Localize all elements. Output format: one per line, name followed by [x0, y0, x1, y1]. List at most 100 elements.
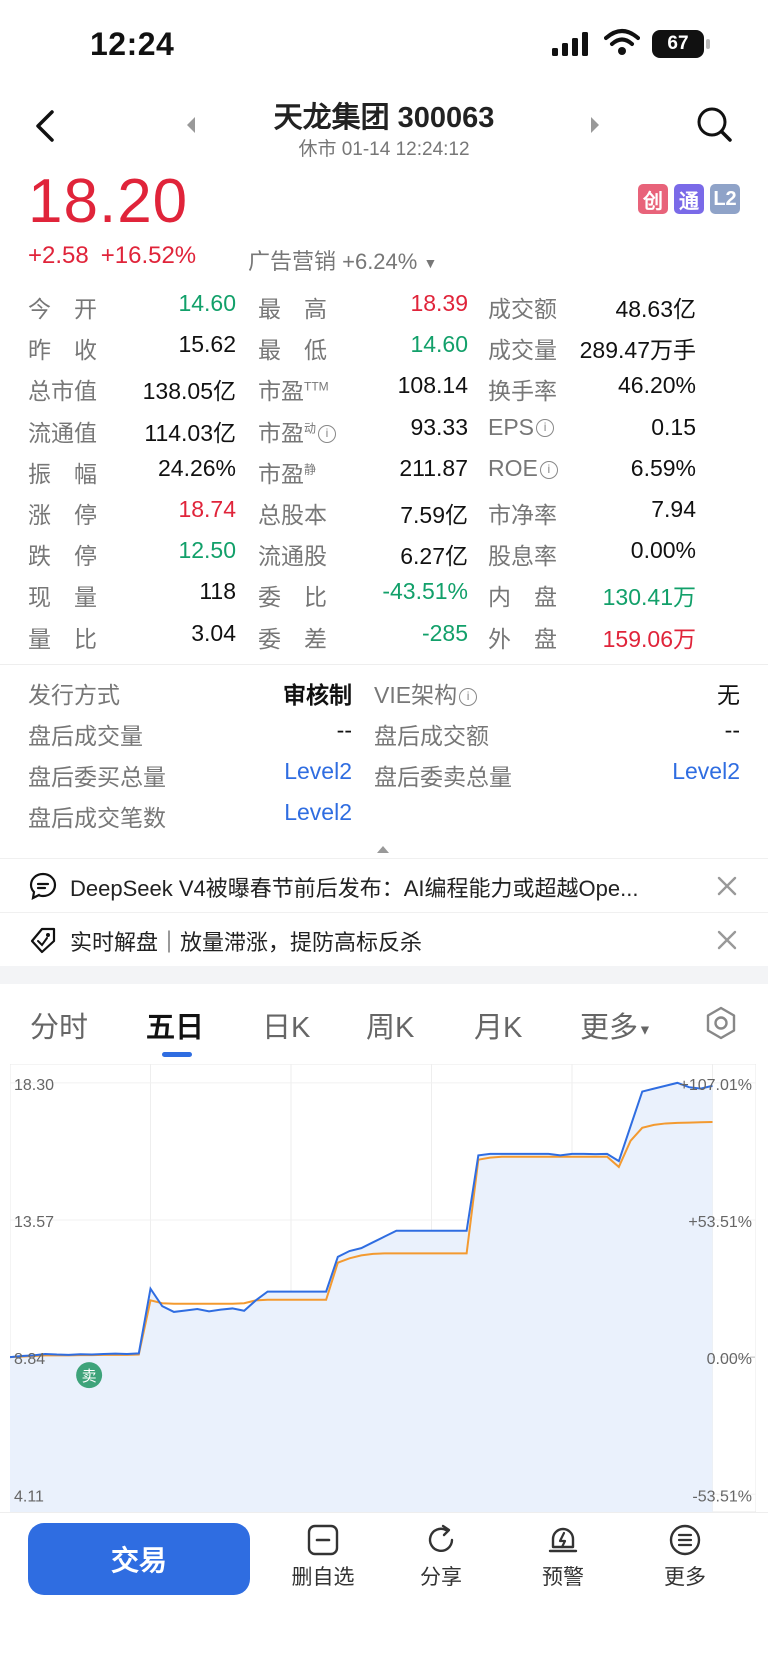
tab-weekly-k[interactable]: 周K — [366, 1004, 414, 1046]
level2-link[interactable]: Level2 — [672, 758, 740, 785]
search-icon[interactable] — [694, 104, 734, 144]
quote-label: 总市值 — [28, 372, 97, 406]
more-menu-icon — [669, 1524, 701, 1556]
quote-label: 总股本 — [258, 496, 327, 530]
next-stock-icon[interactable] — [588, 114, 602, 136]
quote-value: 18.74 — [178, 495, 236, 522]
chart-tabs: 分时 五日 日K 周K 月K 更多▼ — [0, 984, 768, 1060]
quote-label-text: 最 低 — [258, 337, 327, 364]
quote-label-text: 成交量 — [488, 337, 557, 364]
chart-svg[interactable]: 18.30 +107.01% 13.57 +53.51% 8.84 0.00% 4.11 -5… — [9, 1063, 757, 1513]
quote-label-text: 涨 停 — [28, 501, 97, 528]
sector-link[interactable]: 广告营销 +6.24% ▼ — [248, 244, 437, 276]
quote-value: 159.06万 — [602, 625, 696, 652]
quote-label-text: 换手率 — [488, 378, 557, 405]
quote-label-text: 股息率 — [488, 543, 557, 570]
quote-label-text: 现 量 — [28, 584, 97, 611]
issue-label-text: 盘后成交笔数 — [28, 805, 166, 831]
five-day-chart[interactable]: 18.30 +107.01% 13.57 +53.51% 8.84 0.00% 4.11 -5… — [9, 1063, 757, 1513]
quote-label: 涨 停 — [28, 496, 97, 530]
quote-label-text: 流通股 — [258, 543, 327, 570]
more-button[interactable]: 更多 — [640, 1523, 730, 1591]
tab-daily-k[interactable]: 日K — [262, 1004, 310, 1046]
quote-value: 0.00% — [630, 537, 696, 564]
quote-label-text: 最 高 — [258, 296, 327, 322]
info-icon[interactable]: i — [318, 425, 337, 444]
alert-label: 预警 — [542, 1566, 584, 1589]
quote-value: 7.59亿 — [400, 501, 468, 528]
quote-label: 委 差 — [258, 620, 327, 654]
quote-value: 108.14 — [397, 372, 468, 399]
quote-value: 48.63亿 — [615, 296, 696, 322]
tab-intraday[interactable]: 分时 — [30, 1004, 88, 1046]
issue-label: 盘后委买总量 — [28, 758, 166, 792]
quote-label-text: 流通值 — [28, 419, 97, 446]
alert-button[interactable]: 预警 — [518, 1523, 608, 1591]
quote-value: 14.60 — [178, 290, 236, 316]
quote-row: 振 幅 24.26% 市盈静 211.87 ROE i 6.59% — [28, 455, 740, 496]
remove-watchlist-button[interactable]: 删自选 — [278, 1523, 368, 1591]
quote-label: 今 开 — [28, 290, 97, 324]
settings-icon[interactable] — [704, 1006, 738, 1040]
y-tick-label-right: +53.51% — [688, 1214, 752, 1231]
y-tick-label: 4.11 — [14, 1488, 44, 1505]
quote-row: 总市值 138.05亿 市盈TTM 108.14 换手率 46.20% — [28, 372, 740, 413]
minus-square-icon — [307, 1524, 339, 1556]
quote-label: 流通股 — [258, 537, 327, 571]
price-change: +2.58 +16.52% — [28, 242, 208, 270]
quote-label: ROE i — [488, 455, 558, 482]
info-icon[interactable]: i — [539, 460, 558, 479]
issue-label-text: 盘后成交额 — [374, 723, 489, 749]
share-button[interactable]: 分享 — [396, 1523, 486, 1591]
dropdown-triangle-icon: ▼ — [423, 255, 438, 272]
battery-icon: 67 — [652, 30, 704, 58]
level2-link[interactable]: Level2 — [284, 799, 352, 826]
quote-row: 涨 停 18.74 总股本 7.59亿 市净率 7.94 — [28, 496, 740, 537]
quote-label: EPS i — [488, 413, 555, 441]
collapse-arrow-icon[interactable] — [376, 844, 390, 854]
badge-chuang: 创 — [638, 184, 668, 214]
tab-monthly-k[interactable]: 月K — [474, 1004, 522, 1046]
quote-label-text: EPS — [488, 413, 535, 440]
quote-label-text: 成交额 — [488, 296, 557, 322]
quote-value: 6.27亿 — [400, 543, 468, 570]
quote-label-text: 委 差 — [258, 625, 327, 652]
badge-tong: 通 — [674, 184, 704, 214]
quote-label-text: 市盈 — [258, 378, 304, 405]
quote-label-text: 市盈 — [258, 419, 304, 446]
level2-link[interactable]: Level2 — [284, 758, 352, 785]
issue-label: 盘后成交笔数 — [28, 799, 166, 833]
close-icon[interactable] — [716, 875, 738, 897]
y-tick-label: 13.57 — [14, 1214, 54, 1231]
status-bar: 12:24 67 — [0, 0, 768, 90]
divider — [0, 664, 768, 665]
chat-bubble-icon — [29, 872, 57, 900]
trade-button[interactable]: 交易 — [28, 1523, 250, 1595]
quote-label-text: 总股本 — [258, 501, 327, 528]
quote-grid: 今 开 14.60 最 高 18.39 成交额 48.63亿昨 收 15.62 最 低 14.6… — [28, 290, 740, 661]
issue-label-text: VIE架构 — [374, 682, 458, 708]
sector-text: 广告营销 +6.24% — [248, 249, 418, 274]
quote-value: 289.47万手 — [579, 337, 696, 364]
info-icon[interactable]: i — [536, 419, 555, 438]
stock-badges: 创 通 L2 — [638, 184, 740, 214]
close-icon[interactable] — [716, 929, 738, 951]
news-item[interactable]: DeepSeek V4被曝春节前后发布：AI编程能力或超越Ope... — [0, 858, 768, 912]
y-tick-label: 18.30 — [14, 1077, 54, 1094]
sell-marker-label: 卖 — [82, 1367, 97, 1385]
share-icon — [428, 1524, 454, 1552]
quote-row: 昨 收 15.62 最 低 14.60 成交量 289.47万手 — [28, 331, 740, 372]
issue-label: VIE架构 i — [374, 676, 478, 710]
quote-label-text: 量 比 — [28, 625, 97, 652]
news-item[interactable]: 实时解盘｜放量滞涨，提防高标反杀 — [0, 912, 768, 966]
remove-watchlist-label: 删自选 — [291, 1566, 355, 1589]
quote-label-text: 昨 收 — [28, 337, 97, 364]
issue-label: 盘后委卖总量 — [374, 758, 512, 792]
tab-more[interactable]: 更多▼ — [580, 1004, 652, 1046]
quote-label-text: 振 幅 — [28, 460, 97, 487]
tab-five-day[interactable]: 五日 — [146, 1004, 204, 1046]
issue-info: 发行方式 审核制 VIE架构 i 无盘后成交量 -- 盘后成交额 -- 盘后委买总量 Level2… — [28, 676, 740, 840]
quote-label: 股息率 — [488, 537, 557, 571]
info-icon[interactable]: i — [459, 687, 478, 706]
issue-label-text: 盘后成交量 — [28, 723, 143, 749]
